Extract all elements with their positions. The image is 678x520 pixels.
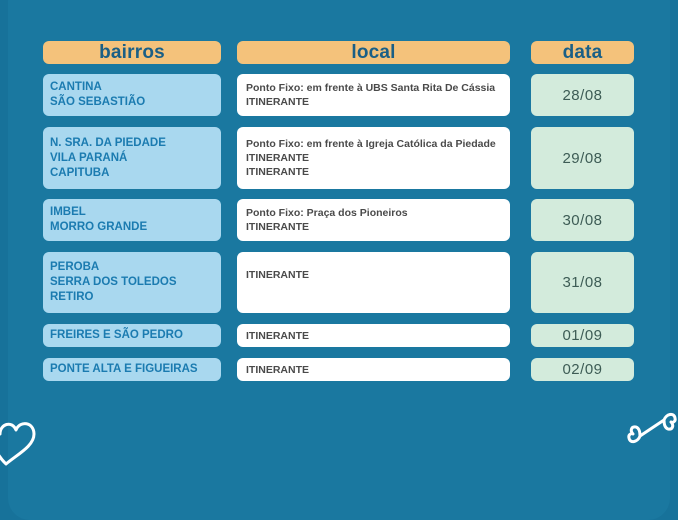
local-text: ITINERANTE [246, 166, 309, 178]
heart-icon [0, 422, 36, 466]
bairros-cell: N. SRA. DA PIEDADE VILA PARANÁ CAPITUBA [43, 127, 221, 189]
local-text: Ponto Fixo: em frente à Igreja Católica … [246, 138, 496, 150]
local-cell: Ponto Fixo: Praça dos Pioneiros ITINERAN… [237, 199, 510, 241]
bone-icon [627, 412, 677, 444]
header-bairros: bairros [43, 41, 221, 64]
local-cell: ITINERANTE [237, 252, 510, 313]
bairro-name: PONTE ALTA E FIGUEIRAS [50, 363, 198, 375]
bairros-cell: IMBEL MORRO GRANDE [43, 199, 221, 241]
date-cell: 28/08 [531, 74, 634, 116]
bairros-cell: PEROBA SERRA DOS TOLEDOS RETIRO [43, 252, 221, 313]
local-cell: ITINERANTE [237, 358, 510, 381]
bairro-name: IMBEL [50, 206, 86, 218]
bairro-name: VILA PARANÁ [50, 151, 128, 164]
local-cell: Ponto Fixo: em frente à UBS Santa Rita D… [237, 74, 510, 116]
bairro-name: CANTINA [50, 81, 102, 93]
bairro-name: SÃO SEBASTIÃO [50, 96, 146, 108]
local-text: ITINERANTE [246, 329, 309, 342]
local-text: ITINERANTE [246, 269, 309, 281]
bairro-name: MORRO GRANDE [50, 221, 148, 233]
bairro-name: CAPITUBA [50, 166, 110, 179]
local-text: ITINERANTE [246, 152, 309, 164]
bairro-name: RETIRO [50, 291, 94, 303]
date-cell: 30/08 [531, 199, 634, 241]
bairro-name: PEROBA [50, 261, 100, 273]
date-cell: 02/09 [531, 358, 634, 381]
bairros-cell: FREIRES E SÃO PEDRO [43, 324, 221, 347]
local-cell: Ponto Fixo: em frente à Igreja Católica … [237, 127, 510, 189]
local-text: Ponto Fixo: em frente à UBS Santa Rita D… [246, 82, 496, 94]
bairro-name: N. SRA. DA PIEDADE [50, 136, 166, 149]
local-cell: ITINERANTE [237, 324, 510, 347]
bairros-cell: CANTINA SÃO SEBASTIÃO [43, 74, 221, 116]
bairro-name: SERRA DOS TOLEDOS [50, 276, 177, 288]
header-data: data [531, 41, 634, 64]
date-cell: 29/08 [531, 127, 634, 189]
date-cell: 01/09 [531, 324, 634, 347]
bairro-name: FREIRES E SÃO PEDRO [50, 329, 183, 341]
local-text: Ponto Fixo: Praça dos Pioneiros [246, 207, 408, 219]
local-text: ITINERANTE [246, 221, 309, 233]
bairros-cell: PONTE ALTA E FIGUEIRAS [43, 358, 221, 381]
date-cell: 31/08 [531, 252, 634, 313]
header-local: local [237, 41, 510, 64]
local-text: ITINERANTE [246, 96, 309, 108]
local-text: ITINERANTE [246, 363, 309, 376]
